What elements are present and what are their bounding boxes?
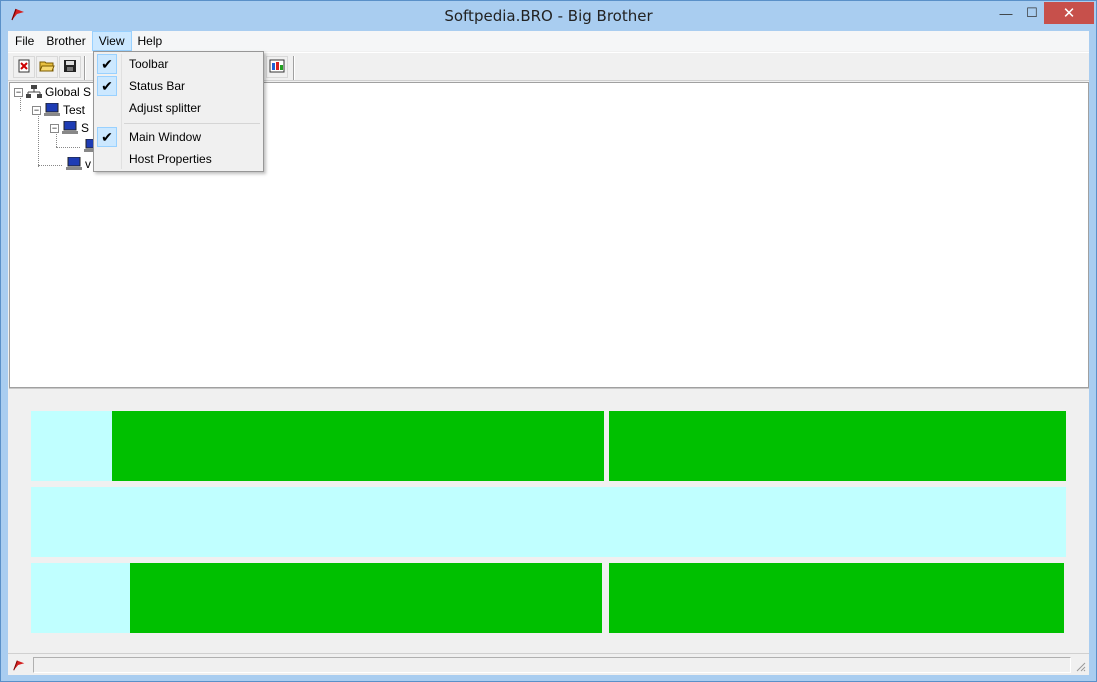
tree-node-v[interactable]: v: [66, 155, 91, 173]
network-icon: [26, 85, 42, 99]
tree-connector: [38, 113, 39, 167]
menu-item-label: Main Window: [129, 130, 202, 144]
collapse-icon[interactable]: −: [32, 105, 41, 115]
status-bar: [8, 653, 1089, 675]
menu-bar: File Brother View Help: [8, 31, 1089, 51]
computer-icon: [66, 156, 82, 171]
toolbar-separator: [293, 56, 295, 80]
open-folder-icon: [39, 58, 55, 77]
check-icon: ✔: [97, 127, 117, 147]
menu-brother[interactable]: Brother: [40, 31, 91, 51]
close-button[interactable]: ✕: [1044, 2, 1094, 24]
new-icon: [16, 58, 32, 77]
menu-item-toolbar[interactable]: ✔ Toolbar: [96, 53, 262, 75]
minimize-button[interactable]: —: [994, 2, 1018, 24]
save-disk-icon: [62, 58, 78, 77]
check-icon: ✔: [97, 54, 117, 74]
menu-separator: [124, 123, 260, 124]
menu-item-adjust-splitter[interactable]: Adjust splitter: [96, 97, 262, 119]
tree-node-label: v: [85, 157, 91, 171]
status-cell-empty[interactable]: [31, 563, 130, 633]
collapse-icon[interactable]: −: [14, 87, 23, 97]
status-cell-ok[interactable]: [609, 563, 1064, 633]
tree-node-label: Global S: [45, 85, 92, 99]
maximize-button[interactable]: ☐: [1020, 2, 1044, 24]
menu-file[interactable]: File: [9, 31, 40, 51]
tree-node-test[interactable]: − Test: [32, 101, 85, 119]
menu-item-host-properties[interactable]: Host Properties: [96, 148, 262, 170]
properties-button[interactable]: [266, 56, 288, 78]
check-icon: ✔: [97, 76, 117, 96]
save-button[interactable]: [59, 56, 81, 78]
maximize-icon: ☐: [1026, 5, 1038, 20]
tree-node-s[interactable]: − S: [50, 119, 89, 137]
menu-item-label: Host Properties: [129, 152, 212, 166]
open-button[interactable]: [36, 56, 58, 78]
computer-icon: [44, 102, 60, 117]
properties-icon: [269, 58, 285, 77]
computer-icon: [62, 120, 78, 135]
status-cell-ok[interactable]: [609, 411, 1066, 481]
status-cell-empty[interactable]: [31, 487, 1066, 557]
menu-item-status-bar[interactable]: ✔ Status Bar: [96, 75, 262, 97]
menu-item-label: Toolbar: [129, 57, 169, 71]
tree-connector: [38, 165, 62, 166]
collapse-icon[interactable]: −: [50, 123, 59, 133]
menu-view[interactable]: View: [91, 31, 132, 51]
status-text-panel: [33, 657, 1071, 673]
menu-help[interactable]: Help: [132, 31, 169, 51]
menu-item-label: Status Bar: [129, 79, 186, 93]
minimize-icon: —: [999, 5, 1013, 21]
menu-item-main-window[interactable]: ✔ Main Window: [96, 126, 262, 148]
red-flag-icon: [12, 658, 26, 672]
tree-connector: [56, 147, 80, 148]
tree-node-label: S: [81, 121, 90, 135]
tree-node-global[interactable]: − Global S: [14, 83, 91, 101]
status-grid: [9, 395, 1089, 651]
close-icon: ✕: [1062, 5, 1076, 22]
menu-item-label: Adjust splitter: [129, 101, 202, 115]
tree-node-label: Test: [63, 103, 86, 117]
new-button[interactable]: [13, 56, 35, 78]
window-title: Softpedia.BRO - Big Brother: [444, 7, 653, 25]
resize-grip-icon[interactable]: [1074, 660, 1086, 672]
title-bar[interactable]: Softpedia.BRO - Big Brother — ☐ ✕: [1, 1, 1096, 30]
view-menu-dropdown: ✔ Toolbar ✔ Status Bar Adjust splitter ✔…: [93, 51, 264, 172]
status-cell-ok[interactable]: [130, 563, 602, 633]
splitter-handle[interactable]: [9, 388, 1089, 394]
status-cell-empty[interactable]: [31, 411, 112, 481]
toolbar-separator: [84, 56, 86, 80]
status-cell-ok[interactable]: [112, 411, 604, 481]
